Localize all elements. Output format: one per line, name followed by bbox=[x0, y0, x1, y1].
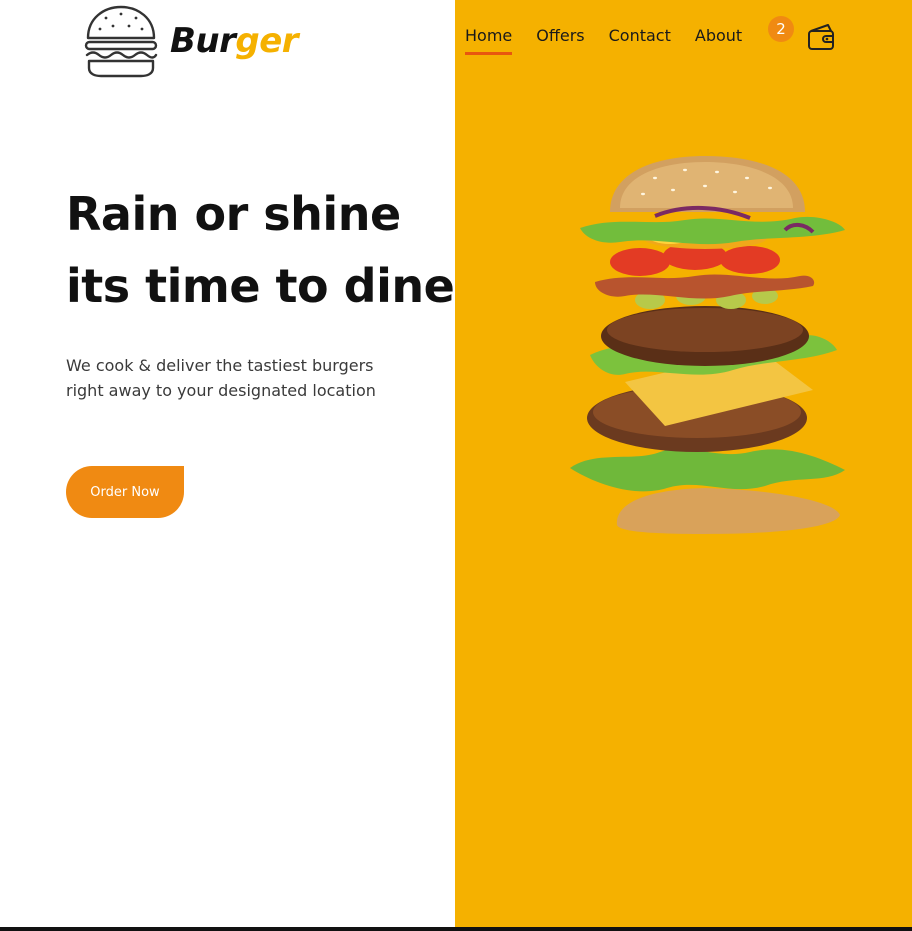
hero-subtitle-line-1: We cook & deliver the tastiest burgers bbox=[66, 356, 374, 375]
burger-outline-icon bbox=[84, 5, 158, 78]
nav-about[interactable]: About bbox=[695, 26, 742, 55]
nav-offers[interactable]: Offers bbox=[536, 26, 584, 55]
hero-title-line-2: its time to dine bbox=[66, 259, 455, 313]
brand-name: Burger bbox=[170, 21, 299, 61]
wallet-icon[interactable] bbox=[806, 22, 838, 52]
brand-name-dark: Bur bbox=[170, 21, 236, 61]
order-now-button[interactable]: Order Now bbox=[66, 466, 184, 518]
nav-home[interactable]: Home bbox=[465, 26, 513, 55]
main-nav: Home Offers Contact About bbox=[465, 26, 742, 55]
hero-title-line-1: Rain or shine bbox=[66, 187, 401, 241]
cart-count-badge: 2 bbox=[768, 16, 794, 42]
hero-title: Rain or shine its time to dine bbox=[66, 178, 455, 322]
bottom-strip bbox=[0, 927, 912, 931]
nav-contact[interactable]: Contact bbox=[609, 26, 671, 55]
burger-image bbox=[570, 156, 845, 534]
hero-subtitle-line-2: right away to your designated location bbox=[66, 381, 376, 400]
hero-subtitle: We cook & deliver the tastiest burgers r… bbox=[66, 353, 406, 403]
logo[interactable]: Burger bbox=[84, 4, 299, 78]
brand-name-yellow: ger bbox=[235, 21, 299, 61]
